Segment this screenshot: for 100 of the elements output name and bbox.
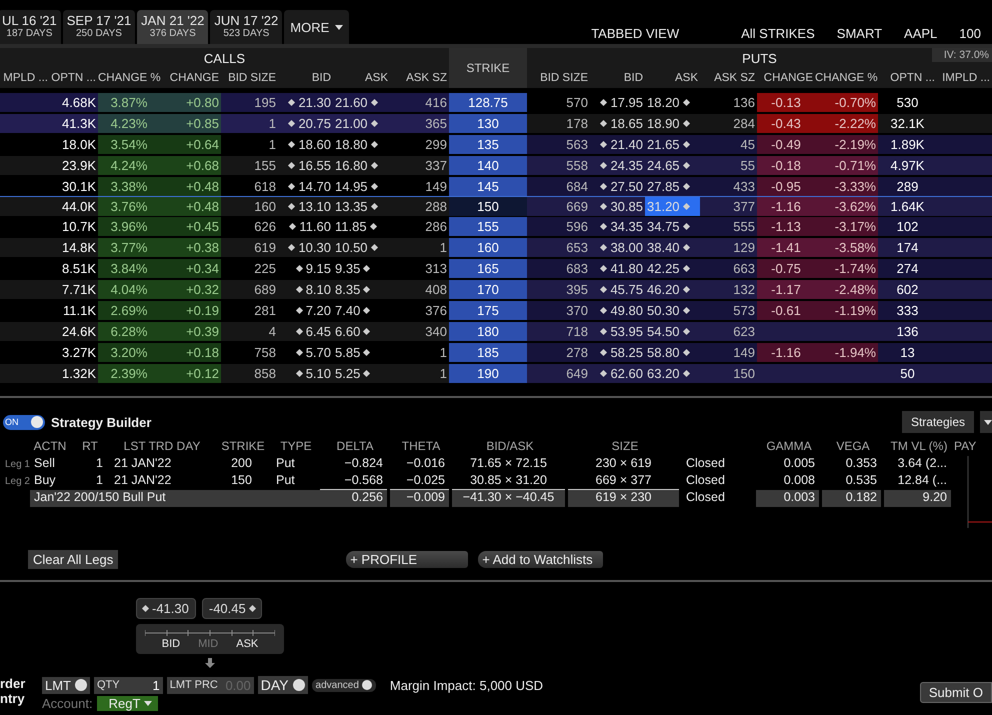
time-in-force-dropdown[interactable]: DAY <box>258 676 308 694</box>
table-cell-text: Put <box>275 456 296 472</box>
table-cell: 34.75 <box>645 217 700 236</box>
toolbar-label[interactable]: AAPL <box>893 26 948 41</box>
strike-cell: 180 <box>449 322 527 341</box>
table-cell: 136 <box>878 322 937 341</box>
table-cell: 365 <box>390 114 449 133</box>
expiry-tab[interactable]: SEP 17 '21 250 DAYS <box>62 10 136 44</box>
table-cell: 24.35 <box>590 156 645 175</box>
table-cell: 0.256 <box>320 490 387 507</box>
expiry-tab[interactable]: UL 16 '21 187 DAYS <box>0 10 61 44</box>
column-header: VEGA <box>835 439 871 455</box>
table-cell: -2.19% <box>815 135 878 154</box>
table-cell: +0.64 <box>160 135 221 154</box>
table-cell: 1.64K <box>878 197 937 216</box>
table-row[interactable]: 14.8K 3.77% +0.38 619 10.30 10.50 1 160 653 38.00 38.40 129 -1.41 -3.58% 174 <box>0 237 992 258</box>
column-header: TYPE <box>279 439 313 455</box>
column-header: LST TRD DAY <box>122 439 202 455</box>
table-cell: 8.35 <box>333 280 390 299</box>
table-cell-text: Closed <box>685 473 726 489</box>
table-cell: 4 <box>221 322 278 341</box>
column-header: CHANGE % <box>98 72 160 84</box>
column-header: ACTN <box>32 439 68 455</box>
column-header: SIZE <box>610 439 640 455</box>
bid-price-button[interactable]: -41.30 <box>136 598 196 619</box>
calls-title: CALLS <box>204 50 246 66</box>
expiry-tab[interactable]: JUN 17 '22 523 DAYS <box>210 10 282 44</box>
dropdown-button[interactable] <box>980 411 992 433</box>
action-button[interactable]: + PROFILE <box>346 551 468 568</box>
table-row[interactable]: 1.32K 2.39% +0.12 858 5.10 5.25 1 190 649 62.60 63.20 150 50 <box>0 363 992 384</box>
ask-price-button[interactable]: -40.45 <box>202 598 262 619</box>
strike-cell: 140 <box>449 156 527 175</box>
table-cell: 178 <box>527 114 590 133</box>
table-cell: 663 <box>700 259 757 278</box>
column-header: ASK SZ <box>405 72 448 84</box>
table-cell: 18.65 <box>590 114 645 133</box>
iv-badge: IV: 37.0% <box>932 48 992 62</box>
table-cell-text: 0.008 <box>782 473 816 489</box>
toolbar-label[interactable]: SMART <box>826 26 894 41</box>
table-cell: 21.30 <box>278 93 333 112</box>
table-cell-text: 1 <box>95 456 104 472</box>
quantity-field[interactable]: QTY 1 <box>94 676 163 694</box>
advanced-button[interactable]: advanced <box>312 678 376 692</box>
caret-icon <box>335 24 344 30</box>
table-cell: 416 <box>390 93 449 112</box>
table-row[interactable]: 7.71K 4.04% +0.32 689 8.10 8.35 408 170 395 45.75 46.20 132 -1.17 -2.48% 602 <box>0 279 992 300</box>
table-cell: 27.85 <box>645 177 700 196</box>
action-button[interactable]: + Add to Watchlists <box>478 551 603 568</box>
submit-button[interactable]: Submit O <box>920 682 992 703</box>
table-cell: 0.182 <box>822 490 881 507</box>
column-header: GAMMA <box>765 439 813 455</box>
table-row[interactable]: 41.3K 4.23% +0.85 1 20.75 21.00 365 130 178 18.65 18.90 284 -0.43 -2.22% 32.1K <box>0 113 992 134</box>
table-cell: 10.30 <box>278 238 333 257</box>
strategy-name: Jan'22 200/150 Bull Put <box>30 490 320 507</box>
quantity-input[interactable]: 1 <box>124 678 160 692</box>
table-row[interactable]: 23.9K 4.24% +0.68 155 16.55 16.80 337 140 558 24.35 24.65 55 -0.18 -0.71% 4.97K <box>0 155 992 176</box>
table-cell: 50 <box>878 364 937 383</box>
clear-legs-button[interactable]: Clear All Legs <box>28 550 118 569</box>
table-cell: 155 <box>221 156 278 175</box>
table-cell: 50.30 <box>645 301 700 320</box>
table-cell: 6.28% <box>98 322 160 341</box>
toolbar-label[interactable]: 100 <box>948 26 992 41</box>
table-cell-text: 150 <box>230 473 253 489</box>
table-row[interactable]: 44.0K 3.76% +0.48 160 13.10 13.35 288 150 669 30.85 31.20 377 -1.16 -3.62% 1.64K <box>0 196 992 217</box>
table-cell: -1.16 <box>757 197 815 216</box>
table-cell: +0.68 <box>160 156 221 175</box>
table-row[interactable]: 24.6K 6.28% +0.39 4 6.45 6.60 340 180 718 53.95 54.50 623 136 <box>0 321 992 342</box>
table-cell: 3.38% <box>98 177 160 196</box>
toggle-switch[interactable]: ON <box>3 414 45 430</box>
column-header: STRIKE <box>220 439 266 455</box>
more-tab[interactable]: MORE <box>284 10 350 44</box>
table-cell: 132 <box>700 280 757 299</box>
table-cell: -0.18 <box>757 156 815 175</box>
table-cell: -3.33% <box>815 177 878 196</box>
table-cell: 3.96% <box>98 217 160 236</box>
table-cell: 623 <box>700 322 757 341</box>
table-cell: 5.10 <box>278 364 333 383</box>
expiry-tab[interactable]: JAN 21 '22 376 DAYS <box>137 10 208 44</box>
table-cell: 3.54% <box>98 135 160 154</box>
column-header: ASK SZ <box>713 72 756 84</box>
table-row[interactable]: 10.7K 3.96% +0.45 626 11.60 11.85 286 155 596 34.35 34.75 555 -1.13 -3.17% 102 <box>0 216 992 237</box>
table-cell: 41.80 <box>590 259 645 278</box>
table-cell: 4.24% <box>98 156 160 175</box>
order-type-dropdown[interactable]: LMT <box>42 676 90 694</box>
strike-cell: 165 <box>449 259 527 278</box>
account-dropdown[interactable]: RegT <box>96 696 158 711</box>
table-cell: 129 <box>700 238 757 257</box>
toolbar-label[interactable]: TABBED VIEW <box>580 26 690 41</box>
column-header: BID <box>622 72 644 84</box>
table-cell-text: 71.65 × 72.15 <box>469 456 548 472</box>
table-cell: 58.25 <box>590 343 645 362</box>
strategies-button[interactable]: Strategies <box>902 411 974 433</box>
table-cell: +0.34 <box>160 259 221 278</box>
table-cell: 13.10 <box>278 197 333 216</box>
table-cell: -3.58% <box>815 238 878 257</box>
table-cell: 46.20 <box>645 280 700 299</box>
table-cell: +0.19 <box>160 301 221 320</box>
toolbar-label[interactable]: All STRIKES <box>730 26 826 41</box>
puts-title: PUTS <box>742 50 777 66</box>
table-cell: 55 <box>700 156 757 175</box>
